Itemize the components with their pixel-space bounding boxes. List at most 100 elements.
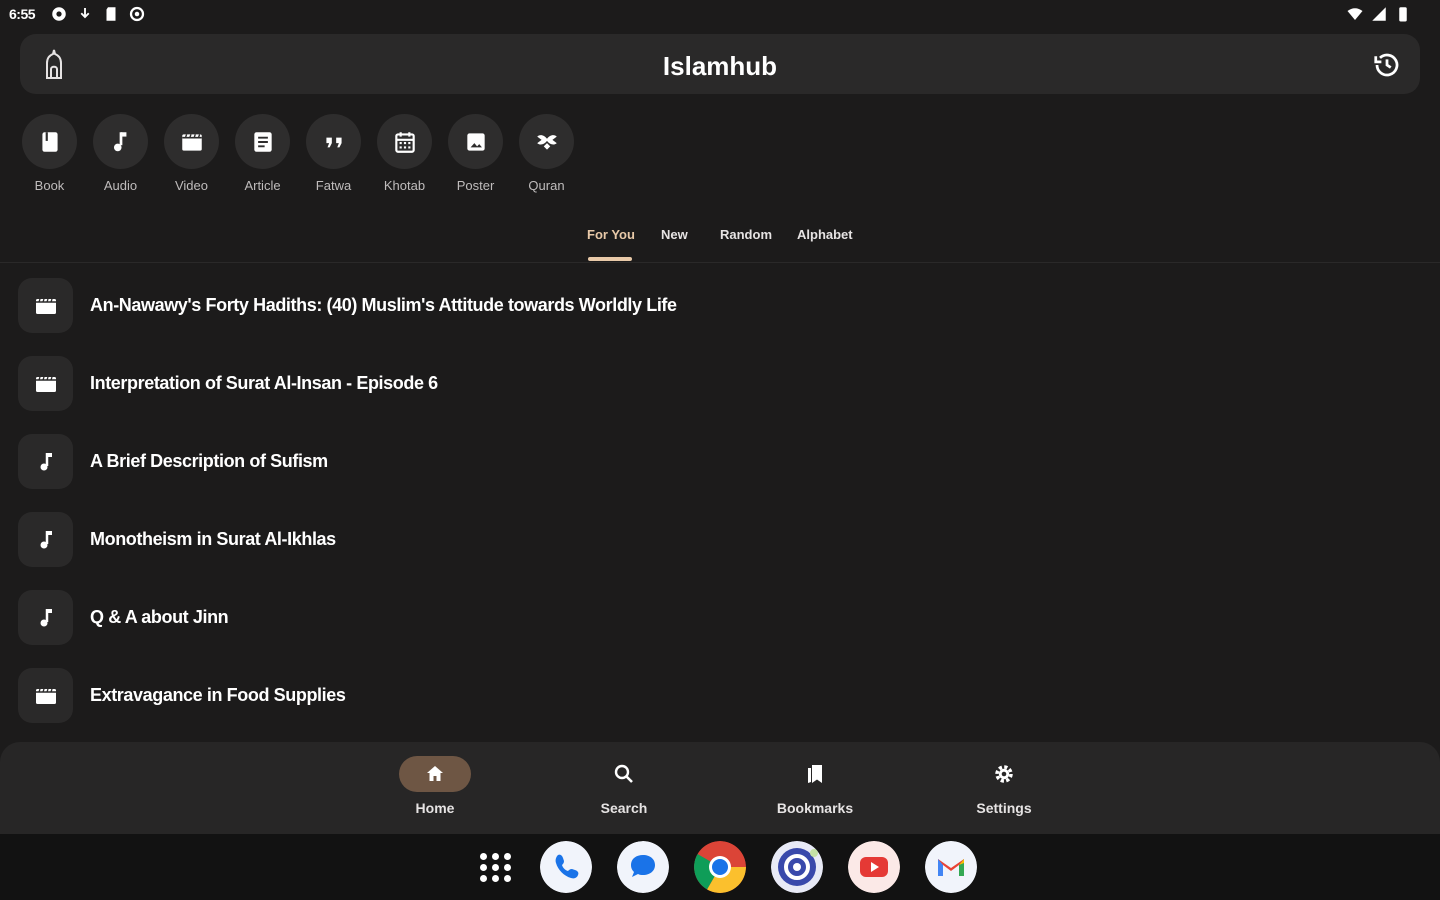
tab-random[interactable]: Random <box>720 227 772 242</box>
camera-app-icon[interactable] <box>771 841 823 893</box>
home-icon <box>427 766 443 781</box>
category-khotab[interactable]: Khotab <box>369 114 440 193</box>
category-label: Article <box>244 178 281 193</box>
image-icon <box>466 132 485 151</box>
item-title: An-Nawawy's Forty Hadiths: (40) Muslim's… <box>90 295 677 315</box>
category-poster[interactable]: Poster <box>440 114 511 193</box>
category-book-button[interactable] <box>22 114 77 169</box>
item-title: Monotheism in Surat Al-Ikhlas <box>90 529 336 549</box>
category-audio[interactable]: Audio <box>85 114 156 193</box>
nav-settings[interactable]: Settings <box>954 756 1054 816</box>
history-icon[interactable] <box>1372 50 1402 80</box>
nav-search[interactable]: Search <box>574 756 674 816</box>
item-title: Interpretation of Surat Al-Insan - Episo… <box>90 373 438 393</box>
sd-card-icon <box>106 7 116 21</box>
video-icon <box>181 133 202 151</box>
chrome-app-icon[interactable] <box>694 841 746 893</box>
nav-home[interactable]: Home <box>385 756 485 816</box>
phone-app-icon[interactable] <box>540 841 592 893</box>
battery-icon <box>1399 7 1407 22</box>
record-icon <box>129 6 145 22</box>
feed-tabs: For You New Random Alphabet <box>0 222 1440 263</box>
item-type-badge <box>18 434 73 489</box>
item-type-badge <box>18 512 73 567</box>
nav-bookmarks-indicator[interactable] <box>779 756 851 792</box>
category-quran[interactable]: Quran <box>511 114 582 193</box>
bottom-navigation: Home Search Bookmarks Settings <box>0 742 1440 834</box>
status-icons-right <box>1346 5 1412 23</box>
category-label: Khotab <box>383 178 426 193</box>
nav-label: Home <box>415 800 455 816</box>
music-note-icon <box>40 452 52 470</box>
gmail-app-icon[interactable] <box>925 841 977 893</box>
quote-icon <box>325 137 342 147</box>
list-item[interactable]: Q & A about Jinn <box>0 578 1440 656</box>
messages-app-icon[interactable] <box>617 841 669 893</box>
category-fatwa[interactable]: Fatwa <box>298 114 369 193</box>
app-drawer-icon[interactable] <box>470 841 522 893</box>
nav-bookmarks[interactable]: Bookmarks <box>765 756 865 816</box>
item-title: Extravagance in Food Supplies <box>90 685 346 705</box>
list-item[interactable]: Monotheism in Surat Al-Ikhlas <box>0 500 1440 578</box>
category-poster-button[interactable] <box>448 114 503 169</box>
wifi-icon <box>1347 8 1363 20</box>
item-title: A Brief Description of Sufism <box>90 451 328 471</box>
category-fatwa-button[interactable] <box>306 114 361 169</box>
tab-for-you[interactable]: For You <box>587 227 635 242</box>
settings-icon <box>995 765 1013 783</box>
quran-icon <box>536 134 557 150</box>
category-label: Poster <box>456 178 495 193</box>
category-label: Fatwa <box>315 178 352 193</box>
app-title: Islamhub <box>662 51 778 81</box>
tab-indicator <box>588 257 632 261</box>
nav-label: Bookmarks <box>776 800 854 816</box>
category-label: Video <box>174 178 208 193</box>
calendar-icon <box>394 131 415 153</box>
category-book[interactable]: Book <box>14 114 85 193</box>
download-icon <box>80 8 90 19</box>
list-item[interactable]: Interpretation of Surat Al-Insan - Episo… <box>0 344 1440 422</box>
nav-search-indicator[interactable] <box>588 756 660 792</box>
status-bar: 6:55 <box>0 0 1440 30</box>
category-video[interactable]: Video <box>156 114 227 193</box>
item-type-badge <box>18 278 73 333</box>
category-quran-button[interactable] <box>519 114 574 169</box>
category-article[interactable]: Article <box>227 114 298 193</box>
music-note-icon <box>40 530 52 548</box>
status-time: 6:55 <box>9 6 36 22</box>
nav-settings-indicator[interactable] <box>968 756 1040 792</box>
video-icon <box>35 376 56 392</box>
status-icons-left <box>50 5 146 23</box>
tab-new[interactable]: New <box>661 227 688 242</box>
article-icon <box>253 131 272 152</box>
music-note-icon <box>113 131 126 151</box>
search-icon <box>614 764 633 783</box>
tab-alphabet[interactable]: Alphabet <box>797 227 853 242</box>
list-item[interactable]: Extravagance in Food Supplies <box>0 656 1440 734</box>
category-row: Book Audio Video Article Fatwa Khotab Po… <box>14 114 582 193</box>
settings-icon <box>52 7 66 21</box>
item-type-badge <box>18 356 73 411</box>
list-item[interactable]: A Brief Description of Sufism <box>0 422 1440 500</box>
category-khotab-button[interactable] <box>377 114 432 169</box>
category-label: Audio <box>103 178 138 193</box>
bookmarks-icon <box>808 765 822 783</box>
category-video-button[interactable] <box>164 114 219 169</box>
top-app-bar: Islamhub <box>20 34 1420 94</box>
system-dock <box>0 834 1440 900</box>
video-icon <box>35 298 56 314</box>
signal-icon <box>1372 7 1386 21</box>
category-label: Quran <box>528 178 565 193</box>
item-type-badge <box>18 668 73 723</box>
youtube-app-icon[interactable] <box>848 841 900 893</box>
item-type-badge <box>18 590 73 645</box>
category-article-button[interactable] <box>235 114 290 169</box>
category-label: Book <box>34 178 65 193</box>
nav-home-indicator[interactable] <box>399 756 471 792</box>
list-item[interactable]: An-Nawawy's Forty Hadiths: (40) Muslim's… <box>0 266 1440 344</box>
category-audio-button[interactable] <box>93 114 148 169</box>
item-title: Q & A about Jinn <box>90 607 229 627</box>
video-icon <box>35 688 56 704</box>
nav-label: Search <box>600 800 648 816</box>
music-note-icon <box>40 608 52 626</box>
